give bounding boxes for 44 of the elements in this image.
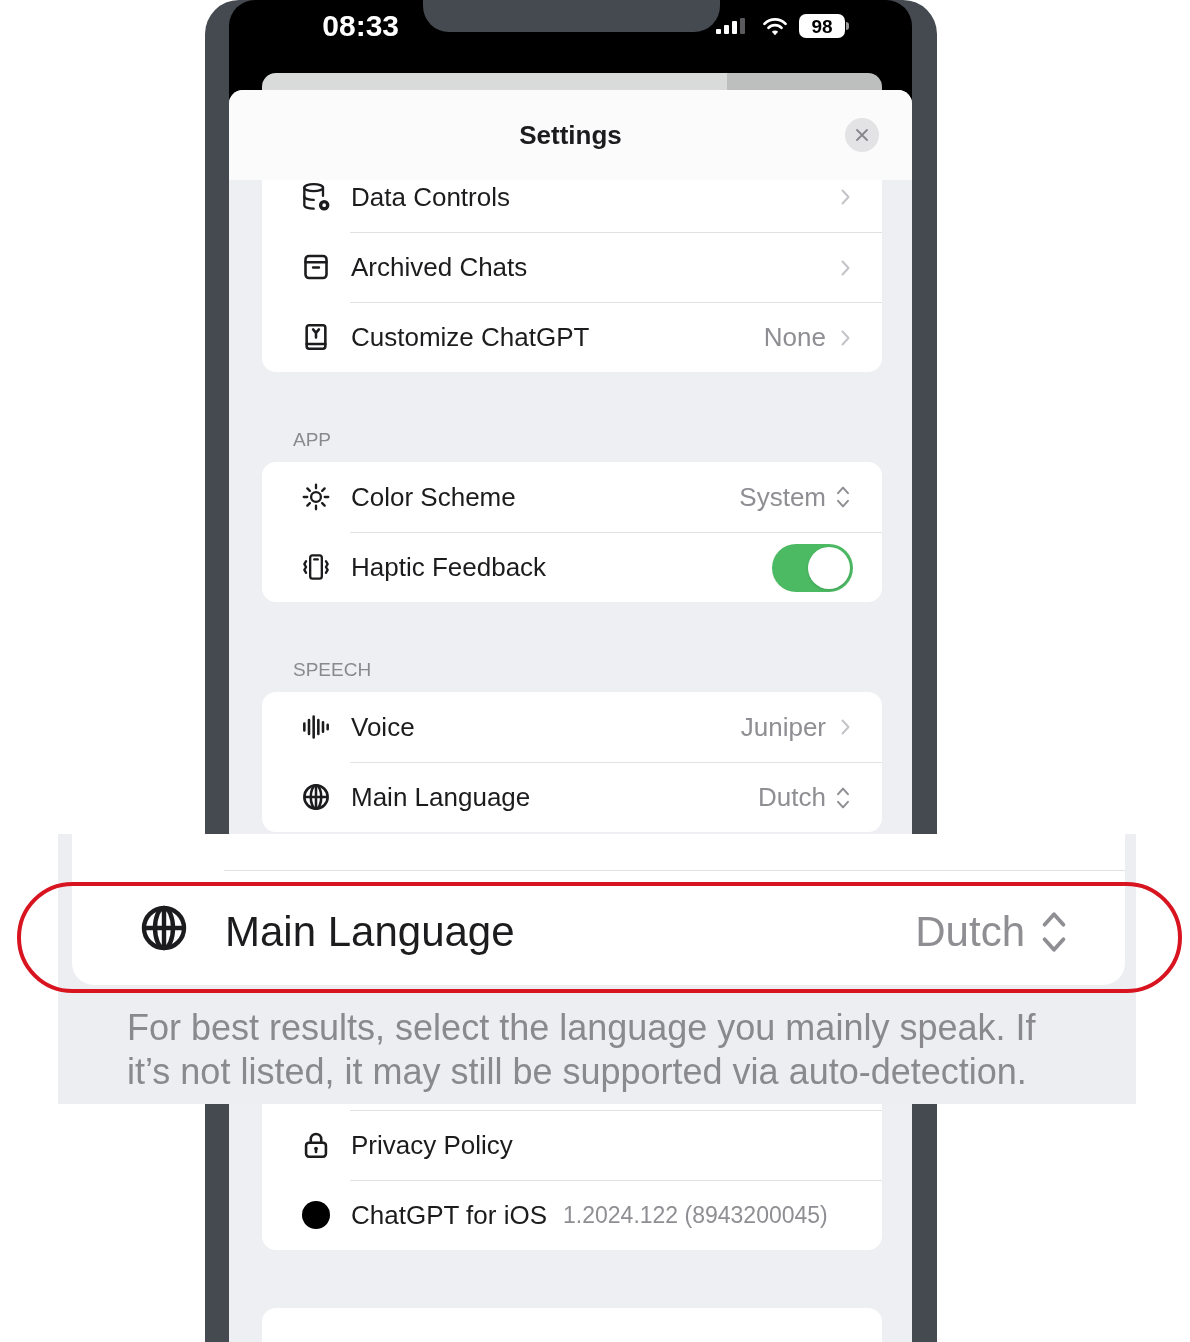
- close-button[interactable]: [845, 118, 879, 152]
- toggle-switch[interactable]: [772, 543, 853, 592]
- globe-icon: [302, 783, 330, 811]
- sun-icon: [302, 483, 330, 511]
- setting-label[interactable]: Voice: [350, 710, 415, 744]
- chevron-right-icon: [841, 259, 850, 276]
- wifi-icon: [762, 16, 788, 36]
- setting-value: None: [763, 321, 826, 354]
- setting-value: System: [739, 480, 826, 514]
- dot-icon: [302, 1201, 330, 1229]
- setting-value: Dutch: [915, 906, 1025, 957]
- chevron-right-icon: [841, 189, 850, 205]
- setting-label[interactable]: Main Language: [224, 905, 515, 959]
- phone-vibration-icon: [302, 553, 330, 581]
- up-down-chevron-icon: [1040, 911, 1068, 953]
- setting-label[interactable]: Color Scheme: [350, 480, 516, 514]
- up-down-chevron-icon: [836, 486, 850, 508]
- database-gear-icon: [302, 183, 330, 211]
- footer-note: For best results, select the language you mainly speak. If it’s not listed, it may still be supported via auto-detection.: [127, 1006, 1037, 1094]
- setting-label[interactable]: Main Language: [350, 781, 531, 814]
- section-header: APP: [293, 430, 332, 450]
- setting-value: Juniper: [740, 710, 826, 744]
- up-down-chevron-icon: [836, 786, 850, 809]
- chevron-right-icon: [841, 329, 850, 346]
- battery-indicator: 98: [799, 14, 849, 38]
- chevron-right-icon: [841, 719, 850, 735]
- setting-label[interactable]: Haptic Feedback: [350, 551, 547, 584]
- setting-label[interactable]: Data Controls: [350, 180, 510, 214]
- status-time: 08:33: [322, 11, 399, 41]
- setting-label[interactable]: ChatGPT for iOS: [350, 1199, 548, 1232]
- setting-label[interactable]: Archived Chats: [350, 251, 528, 284]
- version-text: 1.2024.122 (8943200045): [563, 1201, 828, 1230]
- notebook-icon: [302, 323, 330, 351]
- lock-icon: [302, 1131, 330, 1159]
- setting-label[interactable]: Privacy Policy: [350, 1129, 513, 1162]
- globe-icon: [140, 903, 188, 952]
- sheet-title: Settings: [519, 118, 622, 152]
- signal-icon: [716, 18, 745, 34]
- setting-label[interactable]: Customize ChatGPT: [350, 321, 590, 354]
- section-header: SPEECH: [293, 660, 372, 680]
- archive-box-icon: [302, 253, 330, 281]
- close-icon: [856, 129, 868, 141]
- waveform-icon: [302, 713, 330, 741]
- setting-value: Dutch: [758, 781, 826, 814]
